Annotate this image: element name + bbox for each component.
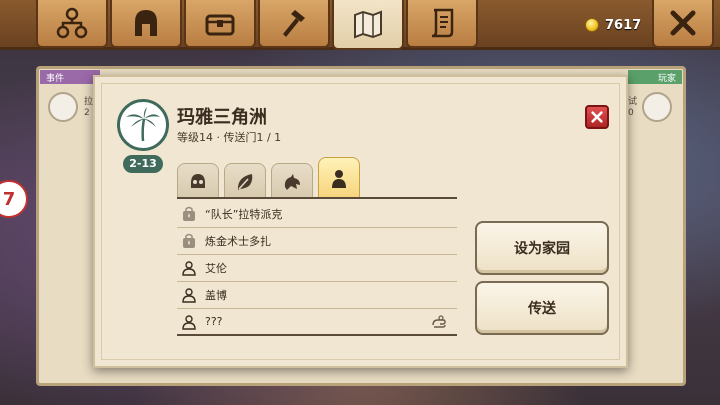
coin-value: 7617 (605, 17, 642, 33)
tab-chest[interactable] (184, 0, 256, 48)
list-item[interactable]: 盖博 (177, 282, 457, 309)
tab-skull[interactable] (177, 163, 219, 199)
npc-list: “队长”拉特派克 炼金术士多扎 艾伦 盖博 ??? (177, 201, 457, 336)
bg-left-text-2: 2 (84, 108, 90, 118)
list-item[interactable]: 炼金术士多扎 (177, 228, 457, 255)
list-item-label: 炼金术士多扎 (205, 235, 271, 248)
tab-person[interactable] (318, 157, 360, 199)
tab-network[interactable] (36, 0, 108, 48)
list-item-label: “队长”拉特派克 (205, 208, 283, 221)
swords-icon (642, 92, 672, 122)
tab-leaf[interactable] (224, 163, 266, 199)
skull-icon (191, 173, 205, 188)
hand-icon[interactable] (431, 314, 447, 330)
leaf-icon (237, 173, 253, 190)
tab-hammer[interactable] (258, 0, 330, 48)
list-item-label: 艾伦 (205, 262, 227, 275)
close-button[interactable] (652, 0, 714, 48)
person-outline-icon (182, 261, 196, 276)
bg-left-text: 拉 (84, 97, 94, 107)
coin-icon (585, 18, 599, 32)
teleport-button[interactable]: 传送 (475, 281, 609, 335)
dialog-close-button[interactable] (585, 105, 609, 129)
list-item[interactable]: ??? (177, 309, 457, 336)
list-item[interactable]: “队长”拉特派克 (177, 201, 457, 228)
tab-creature[interactable] (271, 163, 313, 199)
close-x-icon (670, 10, 696, 36)
palm-tree-icon (117, 99, 169, 151)
locked-bag-icon (183, 206, 195, 221)
region-level-badge: 2-13 (123, 155, 163, 173)
person-outline-icon (182, 288, 196, 303)
tabs-underline (177, 197, 457, 199)
helmet-icon (135, 10, 157, 36)
list-item-label: ??? (205, 315, 223, 328)
network-icon (56, 7, 88, 39)
hammer-icon (283, 10, 305, 37)
set-home-button[interactable]: 设为家园 (475, 221, 609, 275)
tab-map[interactable] (332, 0, 404, 50)
map-icon (354, 10, 382, 39)
bg-right-text: 试 (628, 97, 638, 107)
person-outline-icon (182, 314, 196, 330)
close-x-icon (591, 111, 603, 123)
egg-icon (48, 92, 78, 122)
creature-icon (284, 173, 300, 190)
chest-icon (205, 14, 235, 36)
tab-scroll[interactable] (406, 0, 478, 48)
list-item[interactable]: 艾伦 (177, 255, 457, 282)
tab-helmet[interactable] (110, 0, 182, 48)
players-strip: 玩家 (628, 70, 682, 84)
region-subtitle: 等级14 · 传送门1 / 1 (177, 131, 282, 144)
top-tab-bar: 7617 (0, 0, 720, 50)
coin-counter: 7617 (585, 14, 641, 36)
scroll-icon (431, 8, 454, 38)
list-item-label: 盖博 (205, 289, 227, 302)
bg-right-text-2: 0 (628, 108, 634, 118)
locked-bag-icon (183, 233, 195, 248)
region-title: 玛雅三角洲 (177, 107, 267, 128)
person-icon (332, 169, 346, 188)
region-dialog: 2-13 玛雅三角洲 等级14 · 传送门1 / 1 “队长”拉特派克 炼金术士… (93, 75, 628, 368)
events-strip: 事件 (40, 70, 100, 84)
